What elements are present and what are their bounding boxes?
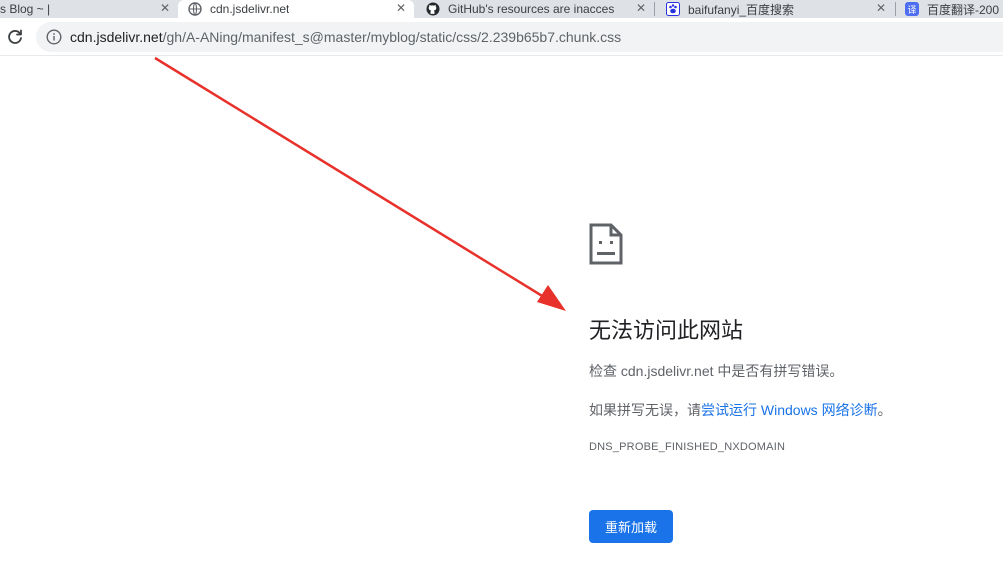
tab-strip: s Blog ~ | ✕ cdn.jsdelivr.net ✕ GitHub's… bbox=[0, 0, 1003, 18]
tab-github[interactable]: GitHub's resources are inacces ✕ bbox=[416, 0, 654, 18]
hint-prefix: 如果拼写无误，请 bbox=[589, 402, 701, 418]
error-title: 无法访问此网站 bbox=[589, 318, 744, 343]
reload-button[interactable]: 重新加载 bbox=[589, 510, 673, 543]
close-icon[interactable]: ✕ bbox=[158, 1, 172, 15]
tab-blog[interactable]: s Blog ~ | ✕ bbox=[0, 0, 178, 18]
error-code: DNS_PROBE_FINISHED_NXDOMAIN bbox=[589, 441, 786, 453]
tab-baidu-search[interactable]: baifufanyi_百度搜索 ✕ bbox=[656, 0, 894, 18]
error-diagnostics-hint: 如果拼写无误，请尝试运行 Windows 网络诊断。 bbox=[589, 400, 892, 420]
url-path: /gh/A-ANing/manifest_s@master/myblog/sta… bbox=[162, 29, 622, 45]
hint-suffix: 。 bbox=[877, 402, 892, 418]
tab-baidu-translate[interactable]: 译 百度翻译-200 bbox=[897, 0, 1003, 18]
address-bar[interactable]: cdn.jsdelivr.net/gh/A-ANing/manifest_s@m… bbox=[36, 22, 1003, 52]
tab-separator bbox=[895, 2, 896, 16]
url-text: cdn.jsdelivr.net/gh/A-ANing/manifest_s@m… bbox=[70, 29, 621, 45]
tab-title: s Blog ~ | bbox=[0, 2, 51, 16]
tab-separator bbox=[654, 2, 655, 16]
tab-title: cdn.jsdelivr.net bbox=[210, 2, 290, 16]
error-page: 无法访问此网站 检查 cdn.jsdelivr.net 中是否有拼写错误。 如果… bbox=[0, 57, 1003, 575]
sad-page-icon bbox=[589, 223, 623, 265]
tab-cdn-jsdelivr[interactable]: cdn.jsdelivr.net ✕ bbox=[178, 0, 414, 18]
browser-toolbar: cdn.jsdelivr.net/gh/A-ANing/manifest_s@m… bbox=[0, 18, 1003, 56]
svg-text:译: 译 bbox=[907, 5, 916, 16]
baidu-translate-icon: 译 bbox=[905, 2, 919, 16]
close-icon[interactable]: ✕ bbox=[394, 1, 408, 15]
reload-icon[interactable] bbox=[6, 28, 24, 46]
globe-icon bbox=[188, 2, 202, 16]
baidu-paw-icon bbox=[666, 2, 680, 16]
info-icon[interactable] bbox=[46, 29, 62, 45]
url-host: cdn.jsdelivr.net bbox=[70, 29, 163, 45]
run-network-diagnostics-link[interactable]: 尝试运行 Windows 网络诊断 bbox=[701, 402, 878, 418]
tab-title: baifufanyi_百度搜索 bbox=[688, 2, 795, 17]
github-icon bbox=[426, 2, 440, 16]
tab-title: GitHub's resources are inacces bbox=[448, 2, 615, 16]
error-suggestion: 检查 cdn.jsdelivr.net 中是否有拼写错误。 bbox=[589, 363, 844, 379]
tab-title: 百度翻译-200 bbox=[927, 2, 1000, 17]
close-icon[interactable]: ✕ bbox=[874, 1, 888, 15]
close-icon[interactable]: ✕ bbox=[634, 1, 648, 15]
